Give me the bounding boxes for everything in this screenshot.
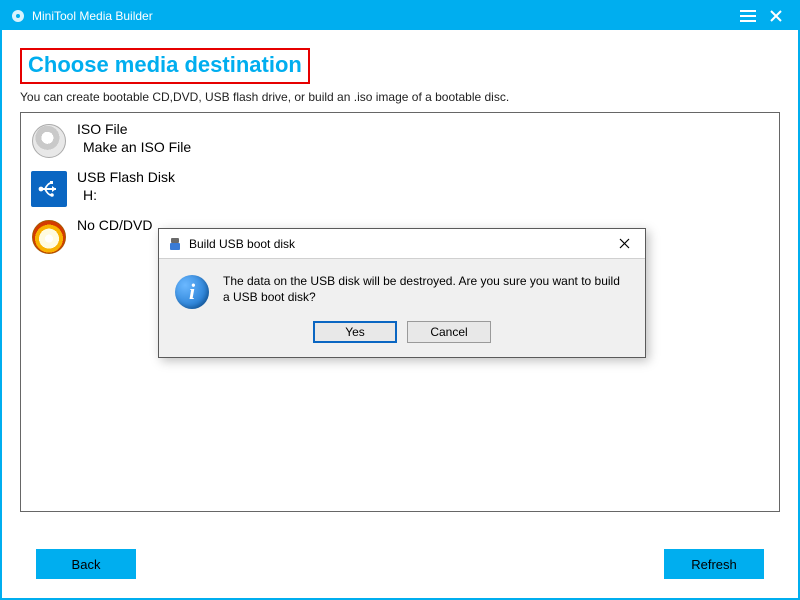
confirm-dialog: Build USB boot disk i The data on the US… — [158, 228, 646, 358]
iso-disc-icon — [29, 121, 69, 161]
page-subtext: You can create bootable CD,DVD, USB flas… — [20, 90, 780, 104]
yes-button[interactable]: Yes — [313, 321, 397, 343]
heading-highlight: Choose media destination — [20, 48, 310, 84]
app-icon — [10, 8, 26, 24]
page-heading: Choose media destination — [28, 52, 302, 78]
destination-usb[interactable]: USB Flash Disk H: — [27, 167, 773, 215]
app-titlebar: MiniTool Media Builder — [2, 2, 798, 30]
dialog-titlebar: Build USB boot disk — [159, 229, 645, 259]
dialog-buttons: Yes Cancel — [159, 321, 645, 357]
destination-title: ISO File — [77, 121, 191, 139]
bottom-bar: Back Refresh — [2, 530, 798, 598]
menu-icon[interactable] — [734, 2, 762, 30]
burn-disc-icon — [29, 217, 69, 257]
dialog-message: The data on the USB disk will be destroy… — [223, 273, 629, 309]
dialog-close-icon[interactable] — [611, 231, 637, 257]
dialog-app-icon — [167, 236, 183, 252]
app-title: MiniTool Media Builder — [32, 9, 153, 23]
refresh-button[interactable]: Refresh — [664, 549, 764, 579]
destination-sub: H: — [77, 187, 175, 205]
usb-icon — [29, 169, 69, 209]
destination-sub: Make an ISO File — [77, 139, 191, 157]
cancel-button[interactable]: Cancel — [407, 321, 491, 343]
destination-title: No CD/DVD — [77, 217, 152, 235]
destination-title: USB Flash Disk — [77, 169, 175, 187]
info-icon: i — [175, 275, 209, 309]
destination-iso[interactable]: ISO File Make an ISO File — [27, 119, 773, 167]
back-button[interactable]: Back — [36, 549, 136, 579]
close-icon[interactable] — [762, 2, 790, 30]
dialog-title: Build USB boot disk — [189, 237, 295, 251]
dialog-body: i The data on the USB disk will be destr… — [159, 259, 645, 321]
